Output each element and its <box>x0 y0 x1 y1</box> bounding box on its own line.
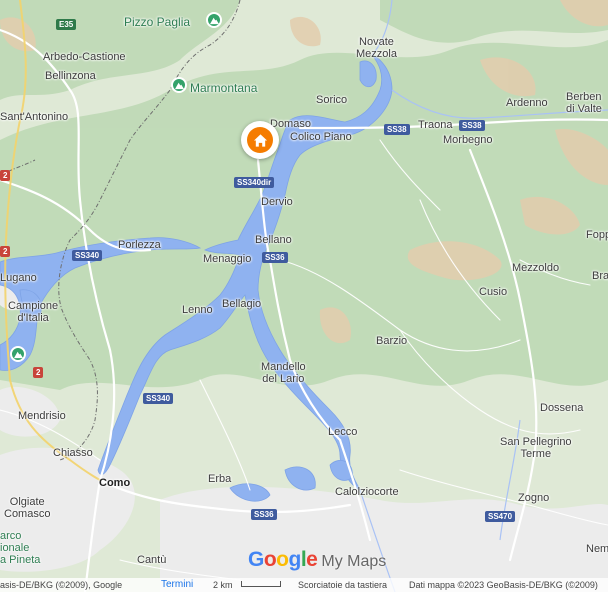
label-erba: Erba <box>208 473 232 485</box>
label-sorico: Sorico <box>316 94 348 106</box>
home-marker[interactable] <box>241 121 279 159</box>
label-zogno: Zogno <box>518 492 550 504</box>
label-campione-d-italia: Campione d'Italia <box>8 300 59 324</box>
poi-pin-left[interactable] <box>10 346 26 362</box>
mountain-icon <box>13 351 23 358</box>
label-ardenno: Ardenno <box>506 97 548 109</box>
label-nem: Nem <box>586 543 608 555</box>
label-dossena: Dossena <box>540 402 584 414</box>
label-olgiate-comasco: Olgiate Comasco <box>4 496 51 520</box>
route-shield-ss470: SS470 <box>485 511 516 522</box>
route-shield-ss340dir: SS340dir <box>234 177 275 188</box>
map-data-attribution: Dati mappa ©2023 GeoBasis-DE/BKG (©2009) <box>409 580 598 590</box>
label-dervio: Dervio <box>261 196 293 208</box>
label-bellano: Bellano <box>255 234 292 246</box>
label-como: Como <box>99 477 131 489</box>
label-marmontana: Marmontana <box>190 81 258 95</box>
poi-pin-marmontana[interactable] <box>171 77 187 93</box>
label-traona: Traona <box>418 119 453 131</box>
label-porlezza: Porlezza <box>118 239 161 251</box>
keyboard-shortcuts-link[interactable]: Scorciatoie da tastiera <box>298 580 387 590</box>
label-bellinzona: Bellinzona <box>45 70 96 82</box>
label-parco-pineta: arco ionale a Pineta <box>0 530 41 566</box>
label-fopp: Fopp <box>586 229 608 241</box>
label-pizzo-paglia: Pizzo Paglia <box>124 15 191 29</box>
label-arbedo-castione: Arbedo-Castione <box>43 51 126 63</box>
home-icon <box>253 133 267 147</box>
label-domaso: Domaso <box>270 118 311 130</box>
route-shield-ss340-b: SS340 <box>143 393 174 404</box>
route-shield-left-2: 2 <box>0 246 11 257</box>
attribution-bar: asis-DE/BKG (©2009), Google Termini 2 km… <box>0 578 608 592</box>
route-shield-left-3: 2 <box>33 367 44 378</box>
home-marker-inner <box>247 127 273 153</box>
label-sant-antonino: Sant'Antonino <box>0 111 69 123</box>
label-san-pellegrino-terme: San Pellegrino Terme <box>500 436 572 460</box>
route-shield-left-1: 2 <box>0 170 11 181</box>
label-lecco: Lecco <box>328 426 358 438</box>
label-bra: Bra <box>592 270 608 282</box>
google-my-maps-logo: Google My Maps <box>248 548 386 572</box>
google-wordmark: Google <box>248 548 318 571</box>
poi-pin-pizzo-paglia[interactable] <box>206 12 222 28</box>
label-lenno: Lenno <box>182 304 213 316</box>
label-bellagio: Bellagio <box>222 298 262 310</box>
my-maps-text: My Maps <box>321 553 387 570</box>
route-shield-ss36-b: SS36 <box>251 509 277 520</box>
label-mandello-del-lario: Mandello del Lario <box>261 361 306 385</box>
route-shield-ss340-a: SS340 <box>72 250 103 261</box>
route-shield-ss38-a: SS38 <box>384 124 410 135</box>
label-calolziocorte: Calolziocorte <box>335 486 399 498</box>
mountain-icon <box>174 82 184 89</box>
label-mezzoldo: Mezzoldo <box>512 262 560 274</box>
label-novate-mezzola: Novate Mezzola <box>356 36 397 60</box>
map-canvas[interactable] <box>0 0 608 592</box>
label-barzio: Barzio <box>376 335 408 347</box>
scale-bar <box>241 581 281 587</box>
label-lugano: Lugano <box>0 272 37 284</box>
label-berbenno: Berben di Valte <box>566 91 602 115</box>
label-morbegno: Morbegno <box>443 134 493 146</box>
attribution-left: asis-DE/BKG (©2009), Google <box>0 580 123 590</box>
route-shield-ss36-a: SS36 <box>262 252 288 263</box>
mountain-icon <box>209 17 219 24</box>
scale-label: 2 km <box>213 580 233 590</box>
route-shield-e35: E35 <box>56 19 77 30</box>
label-cantu: Cantù <box>137 554 167 566</box>
label-menaggio: Menaggio <box>203 253 252 265</box>
terms-link[interactable]: Termini <box>161 579 193 590</box>
label-cusio: Cusio <box>479 286 508 298</box>
label-mendrisio: Mendrisio <box>18 410 66 422</box>
label-chiasso: Chiasso <box>53 447 93 459</box>
route-shield-ss38-b: SS38 <box>459 120 485 131</box>
label-colico-piano: Colico Piano <box>290 131 352 143</box>
